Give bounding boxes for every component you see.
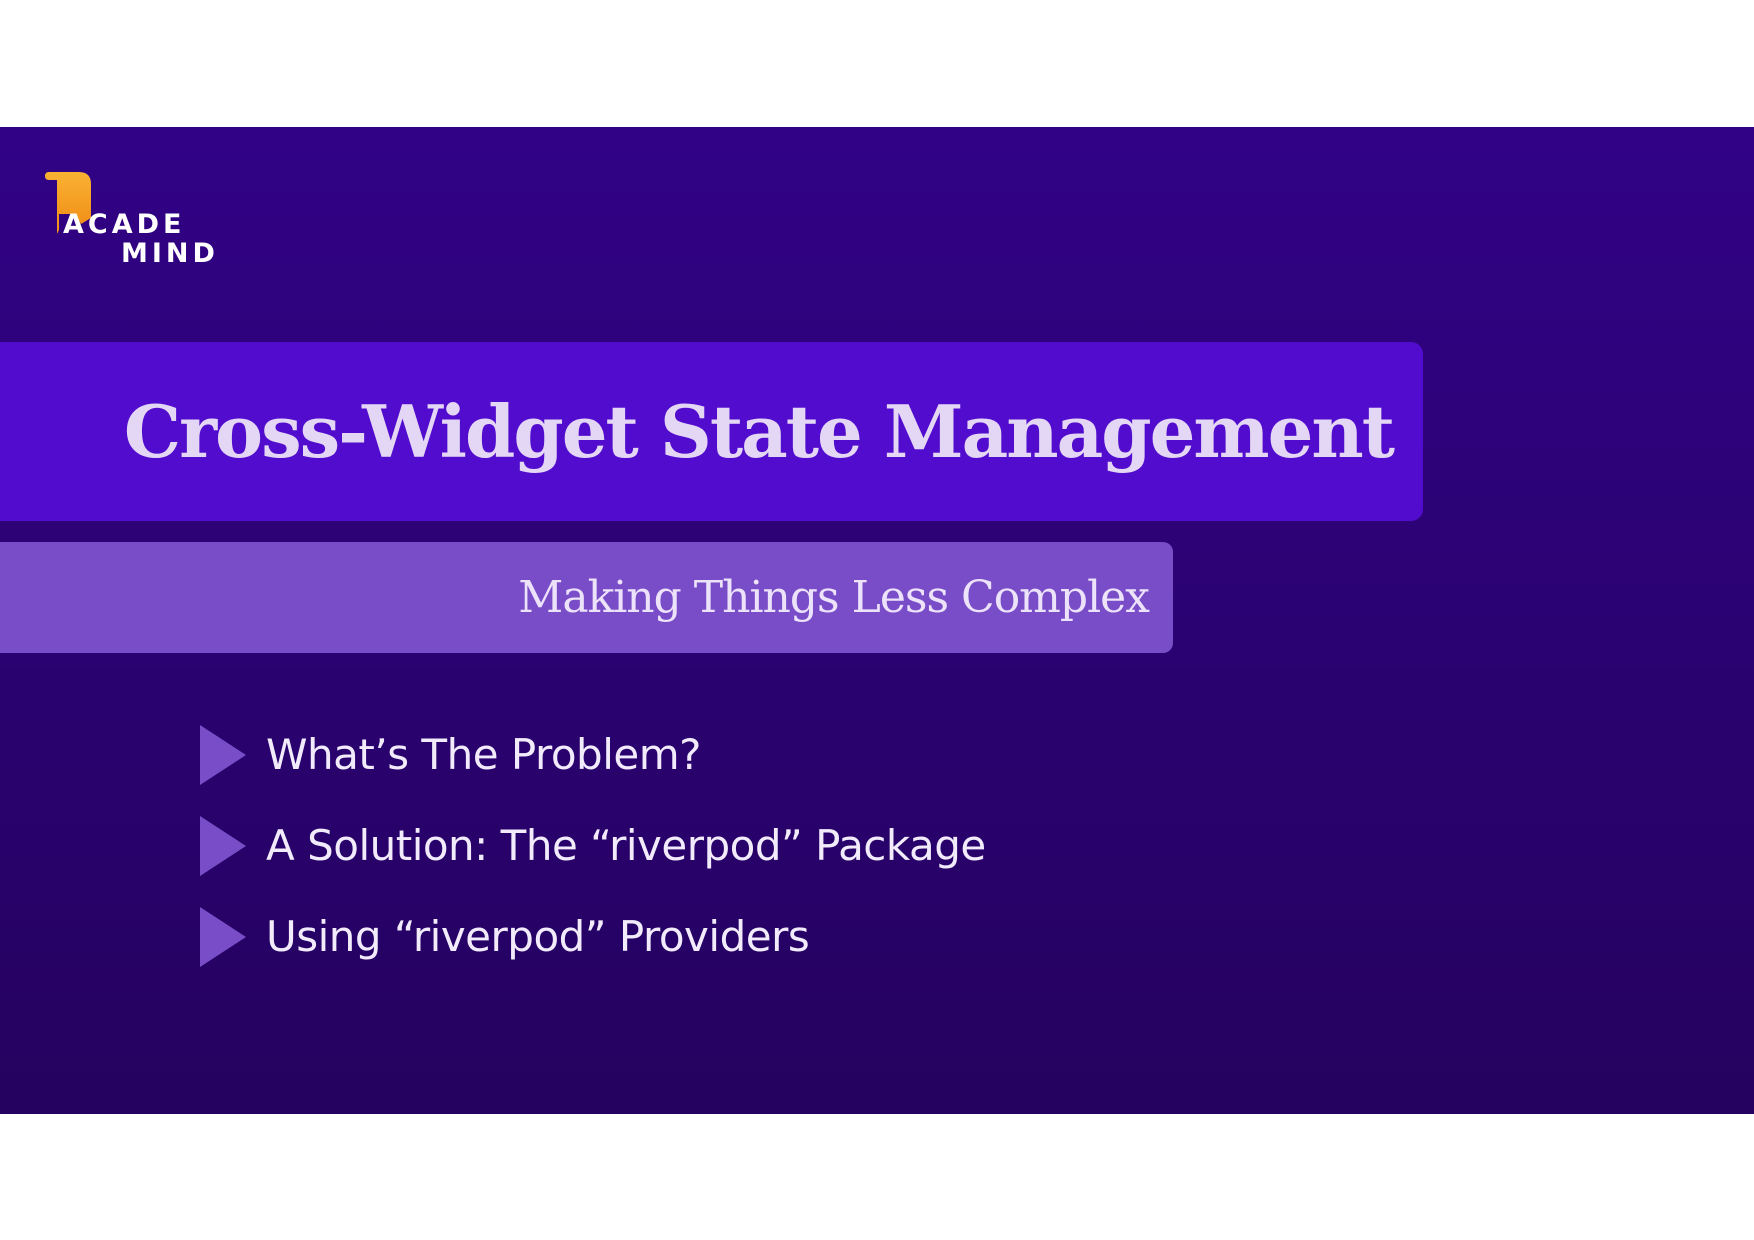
- bullet-item: Using “riverpod” Providers: [200, 899, 1300, 990]
- triangle-right-icon: [200, 816, 246, 876]
- logo-text-mind: MIND: [121, 238, 219, 269]
- bullet-item: What’s The Problem?: [200, 717, 1300, 808]
- page: ACADE MIND Cross-Widget State Management…: [0, 0, 1754, 1240]
- bullet-item: A Solution: The “riverpod” Package: [200, 808, 1300, 899]
- bullet-text: What’s The Problem?: [266, 730, 701, 779]
- triangle-right-icon: [200, 725, 246, 785]
- academind-logo: ACADE MIND: [45, 172, 215, 272]
- slide-title: Cross-Widget State Management: [123, 389, 1395, 474]
- bullet-text: Using “riverpod” Providers: [266, 912, 810, 961]
- title-banner: Cross-Widget State Management: [0, 342, 1423, 521]
- bullet-list: What’s The Problem? A Solution: The “riv…: [200, 717, 1300, 990]
- subtitle-banner: Making Things Less Complex: [0, 542, 1173, 653]
- slide: ACADE MIND Cross-Widget State Management…: [0, 127, 1754, 1114]
- slide-subtitle: Making Things Less Complex: [518, 572, 1150, 623]
- logo-text-acade: ACADE: [63, 209, 186, 240]
- triangle-right-icon: [200, 907, 246, 967]
- bullet-text: A Solution: The “riverpod” Package: [266, 821, 986, 870]
